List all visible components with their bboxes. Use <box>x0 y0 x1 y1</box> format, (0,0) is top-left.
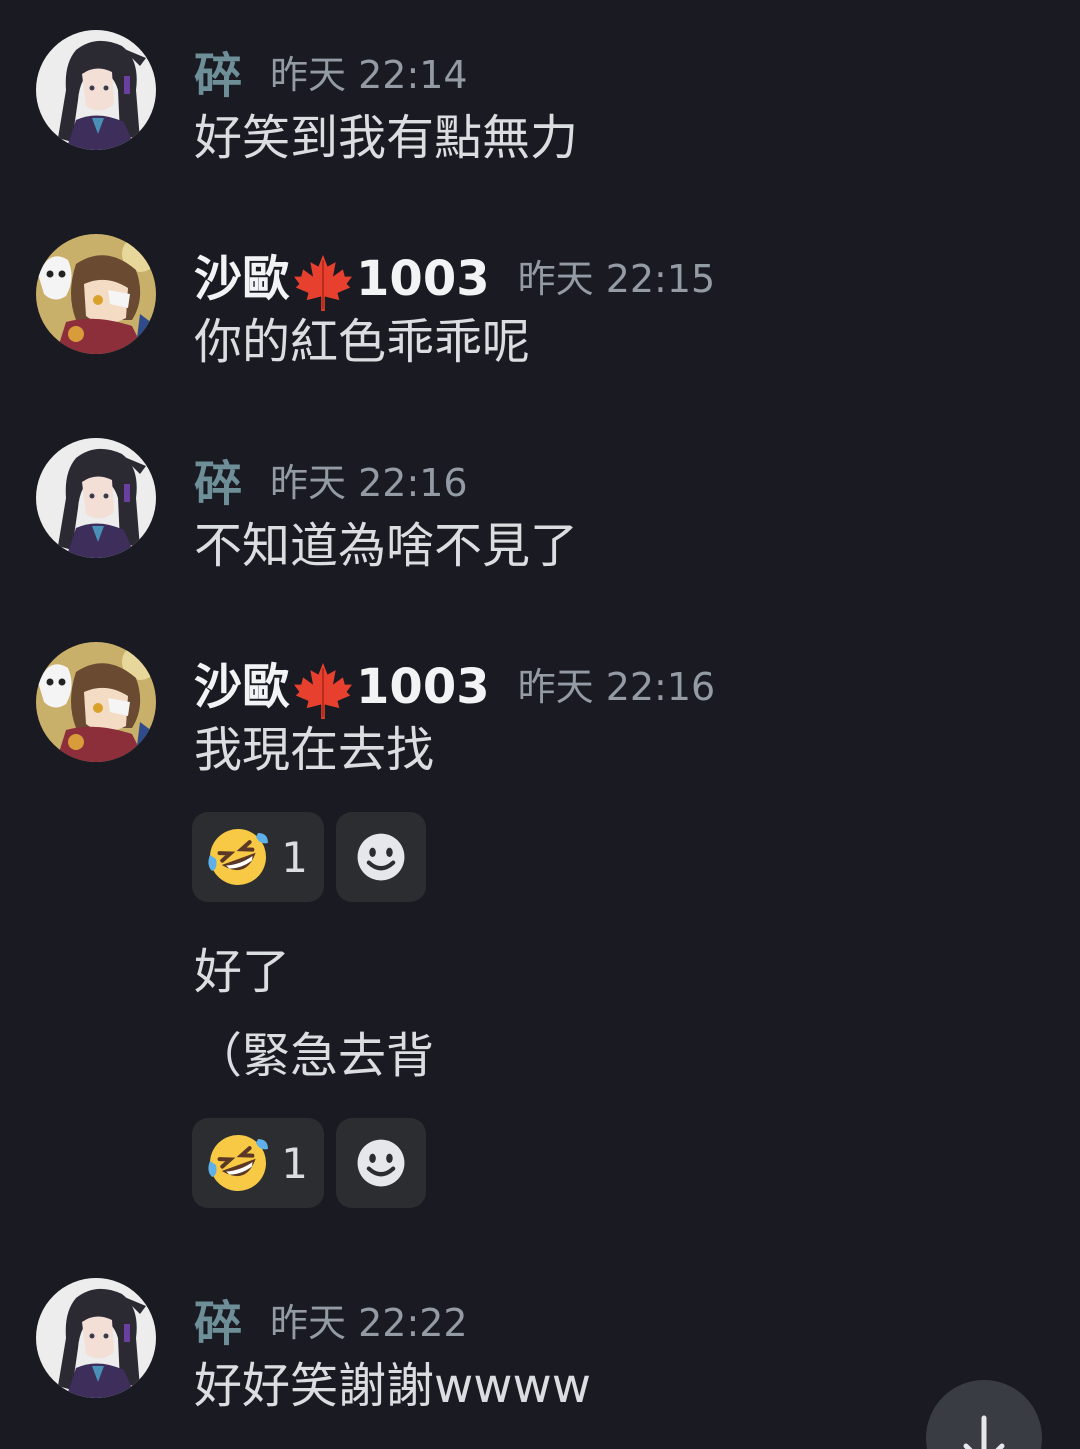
timestamp: 昨天 22:14 <box>270 52 468 97</box>
avatar[interactable] <box>36 438 156 558</box>
maple-leaf-icon <box>294 253 352 311</box>
reaction-bar: 1 <box>192 1118 426 1208</box>
avatar[interactable] <box>36 1278 156 1398</box>
avatar[interactable] <box>36 642 156 762</box>
timestamp: 昨天 22:16 <box>270 460 468 505</box>
username[interactable]: 碎 <box>194 444 242 514</box>
message-text: （緊急去背 <box>194 1028 435 1084</box>
arrow-down-icon <box>963 1415 1005 1449</box>
message-text: 你的紅色乖乖呢 <box>194 314 531 370</box>
avatar[interactable] <box>36 30 156 150</box>
scroll-to-bottom-button[interactable] <box>926 1380 1042 1449</box>
chat-area: 碎 昨天 22:14 好笑到我有點無力 沙歐 1003 昨天 22:15 你的紅色… <box>0 0 1080 1449</box>
message-header: 碎 昨天 22:16 <box>194 444 468 514</box>
reaction-rofl[interactable]: 1 <box>192 1118 324 1208</box>
add-reaction-button[interactable] <box>336 812 426 902</box>
reaction-count: 1 <box>281 1138 308 1188</box>
timestamp: 昨天 22:16 <box>517 664 716 709</box>
timestamp: 昨天 22:22 <box>270 1300 468 1345</box>
smiley-icon <box>351 827 411 887</box>
username-prefix: 沙歐 <box>194 251 291 307</box>
add-reaction-button[interactable] <box>336 1118 426 1208</box>
message-text: 好了 <box>194 944 291 1000</box>
message-header: 碎 昨天 22:14 <box>194 36 468 106</box>
message-header: 沙歐 1003 昨天 22:16 <box>194 648 715 718</box>
message-text: 好好笑謝謝wwww <box>194 1358 592 1414</box>
username[interactable]: 碎 <box>194 1284 242 1354</box>
message-text: 不知道為啥不見了 <box>194 518 579 574</box>
message-header: 沙歐 1003 昨天 22:15 <box>194 240 715 310</box>
reaction-rofl[interactable]: 1 <box>192 812 324 902</box>
username[interactable]: 沙歐 1003 <box>194 239 490 311</box>
username-suffix: 1003 <box>356 659 490 715</box>
rolling-on-floor-laughing-icon <box>206 825 270 889</box>
message-header: 碎 昨天 22:22 <box>194 1284 468 1354</box>
maple-leaf-icon <box>294 661 352 719</box>
timestamp: 昨天 22:15 <box>517 256 716 301</box>
reaction-bar: 1 <box>192 812 426 902</box>
username-suffix: 1003 <box>356 251 490 307</box>
message-text: 好笑到我有點無力 <box>194 110 579 166</box>
rolling-on-floor-laughing-icon <box>206 1131 270 1195</box>
username-prefix: 沙歐 <box>194 659 291 715</box>
avatar[interactable] <box>36 234 156 354</box>
message-text: 我現在去找 <box>194 722 435 778</box>
smiley-icon <box>351 1133 411 1193</box>
username[interactable]: 碎 <box>194 36 242 106</box>
username[interactable]: 沙歐 1003 <box>194 647 490 719</box>
reaction-count: 1 <box>281 832 308 882</box>
